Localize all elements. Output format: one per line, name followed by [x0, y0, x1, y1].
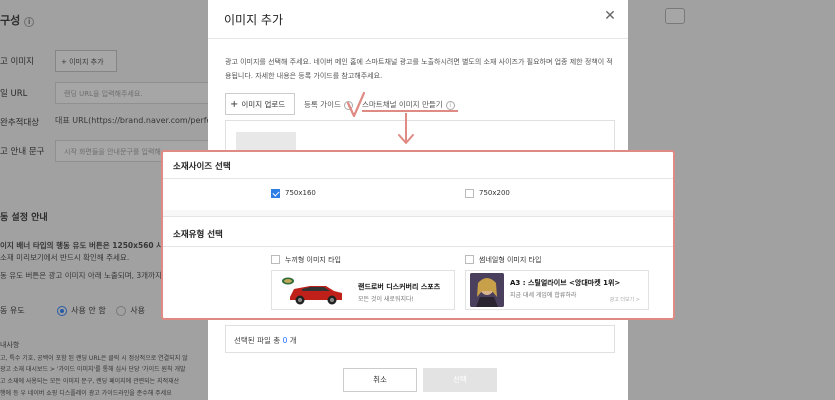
upload-button-label: 이미지 업로드	[241, 100, 286, 109]
registration-guide-link[interactable]: 등록 가이드 i	[304, 99, 353, 110]
confirm-button[interactable]: 선택	[423, 368, 497, 392]
ad-preview-card-thumbnail: A3 : 스틸얼라이브 <앙대마켓 1위> 지금 대세 게임에 합류하라 광고 …	[465, 270, 649, 310]
modal-description: 광고 이미지를 선택해 주세요. 네이버 메인 홈에 스마트채널 광고를 노출하…	[225, 58, 613, 80]
car-image	[282, 277, 342, 305]
card-subtitle: 지금 대세 게임에 합류하라	[510, 292, 577, 299]
size-section-title: 소재사이즈 선택	[173, 162, 231, 172]
highlight-panel: 소재사이즈 선택 750x160 750x200 소재유형 선택 누끼형 이미지…	[161, 150, 675, 320]
divider	[208, 38, 628, 39]
type-checkbox-thumbnail[interactable]	[465, 255, 474, 264]
modal-title: 이미지 추가	[224, 13, 284, 27]
type-section-title: 소재유형 선택	[173, 230, 223, 240]
info-icon: i	[445, 100, 455, 110]
ad-preview-card-nukki: 랜드로버 디스커버리 스포츠 모든 것이 새로워지다!	[271, 270, 455, 310]
card-title: 랜드로버 디스커버리 스포츠	[358, 283, 441, 291]
smartchannel-image-link[interactable]: 스마트채널 이미지 만들기 i	[362, 99, 455, 110]
card-title: A3 : 스틸얼라이브 <앙대마켓 1위>	[510, 279, 621, 287]
close-icon[interactable]: ✕	[602, 8, 618, 24]
card-more-link: 광고 더보기 >	[609, 297, 640, 303]
game-character-thumbnail	[470, 273, 504, 307]
info-icon: i	[343, 100, 353, 110]
divider	[163, 246, 673, 247]
type-option-label: 썸네일형 이미지 타입	[479, 256, 542, 264]
divider	[163, 216, 673, 217]
size-checkbox-750x160[interactable]	[271, 189, 280, 198]
plus-icon: +	[230, 99, 239, 110]
selected-count: 0	[282, 336, 288, 345]
selected-files-box: 선택된 파일 총 0 개	[225, 325, 615, 353]
selected-files-text: 선택된 파일 총 0 개	[234, 336, 297, 345]
image-upload-button[interactable]: + 이미지 업로드	[225, 93, 295, 115]
divider	[163, 178, 673, 179]
card-subtitle: 모든 것이 새로워지다!	[358, 296, 414, 303]
type-checkbox-nukki[interactable]	[271, 255, 280, 264]
type-option-label: 누끼형 이미지 타입	[285, 256, 341, 264]
size-checkbox-750x200[interactable]	[465, 189, 474, 198]
size-option-label: 750x160	[285, 189, 316, 197]
size-option-label: 750x200	[479, 189, 510, 197]
cancel-button[interactable]: 취소	[343, 368, 417, 392]
